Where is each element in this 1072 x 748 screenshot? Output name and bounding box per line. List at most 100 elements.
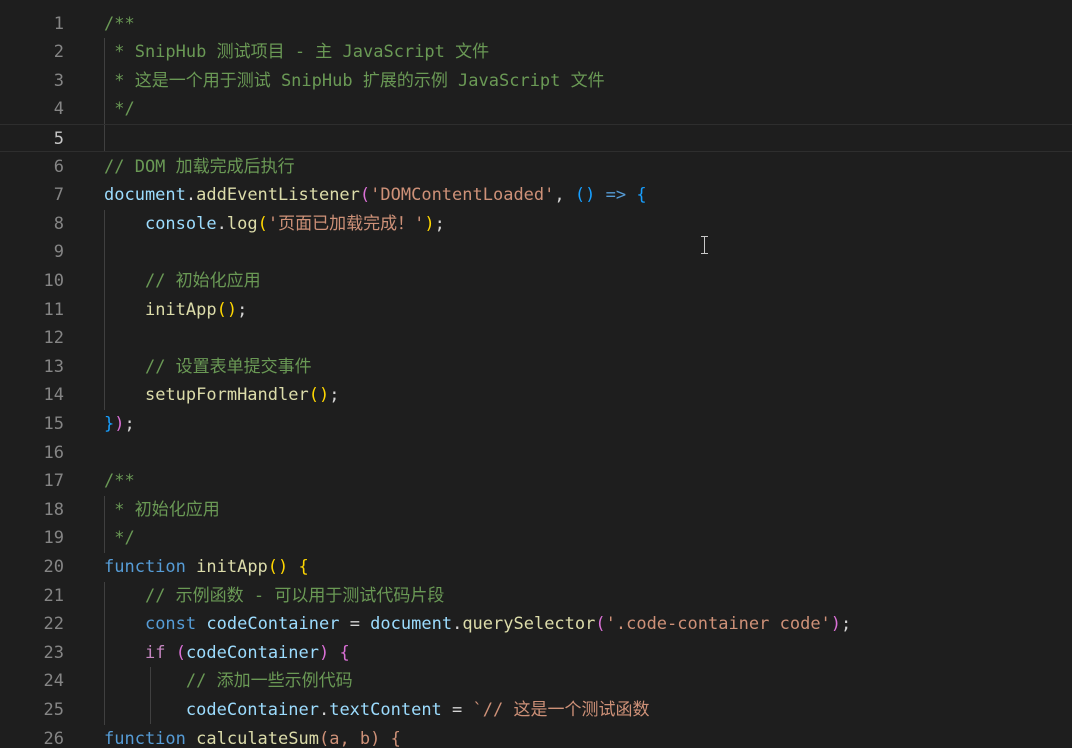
- code-line[interactable]: 10 // 初始化应用: [0, 267, 1072, 296]
- line-number[interactable]: 6: [0, 153, 64, 182]
- code-line[interactable]: 23 if (codeContainer) {: [0, 639, 1072, 668]
- code-token: codeContainer: [185, 642, 319, 663]
- line-number[interactable]: 9: [0, 238, 64, 267]
- line-number[interactable]: 17: [0, 467, 64, 496]
- code-token: */: [104, 99, 135, 120]
- line-number[interactable]: 23: [0, 639, 64, 668]
- code-token: * 这是一个用于测试 SnipHub 扩展的示例 JavaScript 文件: [104, 70, 605, 91]
- line-code[interactable]: // 添加一些示例代码: [104, 667, 353, 696]
- code-token: =>: [605, 185, 627, 206]
- code-token: setupFormHandler: [144, 385, 309, 406]
- code-editor[interactable]: 1/** 2 * SnipHub 测试项目 - 主 JavaScript 文件 3 …: [0, 0, 1072, 748]
- code-token: initApp: [196, 556, 268, 577]
- line-code[interactable]: * 这是一个用于测试 SnipHub 扩展的示例 JavaScript 文件: [104, 67, 605, 96]
- code-line[interactable]: 25 codeContainer.textContent = `// 这是一个测…: [0, 696, 1072, 725]
- line-code[interactable]: document.addEventListener('DOMContentLoa…: [104, 181, 647, 210]
- line-code[interactable]: // 设置表单提交事件: [104, 353, 312, 382]
- code-token: console: [144, 213, 217, 234]
- code-line[interactable]: 1 /**: [0, 10, 1072, 39]
- line-code[interactable]: console.log('页面已加载完成！');: [104, 210, 445, 239]
- code-token: ;: [841, 614, 852, 635]
- code-token: textContent: [329, 699, 442, 720]
- code-line[interactable]: 3 * 这是一个用于测试 SnipHub 扩展的示例 JavaScript 文件: [0, 67, 1072, 96]
- line-number[interactable]: 25: [0, 696, 64, 725]
- line-code[interactable]: /**: [104, 10, 135, 39]
- line-number[interactable]: 26: [0, 725, 64, 748]
- code-token: {: [636, 185, 647, 206]
- code-token: // DOM 加载完成后执行: [104, 156, 295, 177]
- line-code[interactable]: setupFormHandler();: [104, 381, 340, 410]
- code-line[interactable]: 26 function calculateSum(a, b) {: [0, 725, 1072, 748]
- code-line[interactable]: 2 * SnipHub 测试项目 - 主 JavaScript 文件: [0, 38, 1072, 67]
- line-number[interactable]: 22: [0, 610, 64, 639]
- code-line[interactable]: 21 // 示例函数 - 可以用于测试代码片段: [0, 582, 1072, 611]
- code-token: }: [104, 413, 115, 434]
- line-number[interactable]: 19: [0, 524, 64, 553]
- line-code[interactable]: initApp();: [104, 296, 247, 325]
- code-line[interactable]: 12: [0, 324, 1072, 353]
- line-code[interactable]: */: [104, 524, 134, 553]
- line-code[interactable]: function initApp() {: [104, 553, 309, 582]
- code-line[interactable]: 14 setupFormHandler();: [0, 381, 1072, 410]
- code-line[interactable]: 8 console.log('页面已加载完成！');: [0, 210, 1072, 239]
- code-line[interactable]: 17 /**: [0, 467, 1072, 496]
- line-code[interactable]: * 初始化应用: [104, 496, 219, 525]
- line-number[interactable]: 4: [0, 95, 64, 124]
- line-number[interactable]: 11: [0, 296, 64, 325]
- code-line[interactable]: 11 initApp();: [0, 296, 1072, 325]
- line-number[interactable]: 20: [0, 553, 64, 582]
- code-line[interactable]: 9: [0, 238, 1072, 267]
- line-code[interactable]: // 示例函数 - 可以用于测试代码片段: [104, 582, 444, 611]
- code-line[interactable]: 4 */: [0, 95, 1072, 124]
- line-number[interactable]: 21: [0, 582, 64, 611]
- line-code[interactable]: /**: [104, 467, 135, 496]
- line-number[interactable]: 7: [0, 181, 64, 210]
- line-number[interactable]: 12: [0, 324, 64, 353]
- line-number[interactable]: 14: [0, 381, 64, 410]
- line-number[interactable]: 24: [0, 667, 64, 696]
- code-line[interactable]: 15});: [0, 410, 1072, 439]
- line-number[interactable]: 8: [0, 210, 64, 239]
- line-number[interactable]: 5: [0, 125, 64, 154]
- code-token: =: [441, 699, 473, 720]
- line-code[interactable]: // 初始化应用: [104, 267, 261, 296]
- code-line[interactable]: 24 // 添加一些示例代码: [0, 667, 1072, 696]
- code-line[interactable]: 20 function initApp() {: [0, 553, 1072, 582]
- code-line[interactable]: 16: [0, 439, 1072, 468]
- code-line[interactable]: 6 // DOM 加载完成后执行: [0, 153, 1072, 182]
- line-number[interactable]: 16: [0, 439, 64, 468]
- code-line[interactable]: 13 // 设置表单提交事件: [0, 353, 1072, 382]
- line-number[interactable]: 15: [0, 410, 64, 439]
- code-line[interactable]: 19 */: [0, 524, 1072, 553]
- code-token: .: [216, 213, 227, 234]
- line-code[interactable]: */: [104, 95, 135, 124]
- code-line[interactable]: 18 * 初始化应用: [0, 496, 1072, 525]
- line-number[interactable]: 13: [0, 353, 64, 382]
- line-code[interactable]: * SnipHub 测试项目 - 主 JavaScript 文件: [104, 38, 489, 67]
- line-code[interactable]: const codeContainer = document.querySele…: [104, 610, 851, 639]
- line-number[interactable]: 18: [0, 496, 64, 525]
- line-code[interactable]: // DOM 加载完成后执行: [104, 153, 295, 182]
- code-line[interactable]: 22 const codeContainer = document.queryS…: [0, 610, 1072, 639]
- code-line[interactable]: 5: [0, 123, 1072, 154]
- line-number[interactable]: 1: [0, 10, 64, 39]
- code-token: /**: [104, 471, 135, 492]
- line-number[interactable]: 3: [0, 67, 64, 96]
- code-line[interactable]: 7 document.addEventListener('DOMContentLo…: [0, 181, 1072, 210]
- line-number[interactable]: 2: [0, 38, 64, 67]
- line-number[interactable]: 10: [0, 267, 64, 296]
- code-token: (): [574, 185, 596, 206]
- line-code[interactable]: codeContainer.textContent = `// 这是一个测试函数: [104, 696, 650, 725]
- line-code[interactable]: function calculateSum(a, b) {: [104, 725, 401, 748]
- line-code[interactable]: if (codeContainer) {: [104, 639, 350, 668]
- line-code[interactable]: });: [104, 410, 135, 439]
